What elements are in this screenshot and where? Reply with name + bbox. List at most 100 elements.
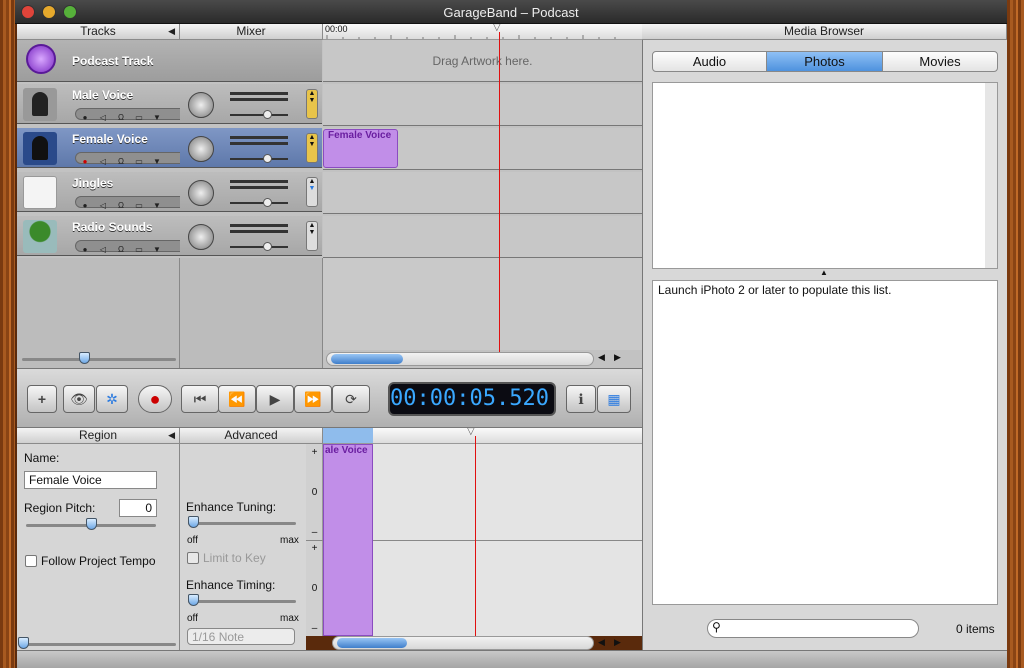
editor-playhead-line[interactable] <box>475 436 476 636</box>
expand-icon[interactable]: ▼ <box>148 201 166 211</box>
timing-slider[interactable] <box>188 600 296 603</box>
pan-knob[interactable] <box>188 92 214 118</box>
audio-region[interactable]: Female Voice <box>323 129 398 168</box>
region-name-field[interactable]: Female Voice <box>24 471 157 489</box>
volume-thumb[interactable] <box>263 110 272 119</box>
timeline-ruler[interactable]: 00:00 ▽ <box>323 24 642 40</box>
solo-icon[interactable]: Ω <box>112 157 130 167</box>
track-female-voice[interactable]: Female Voice ● ◁ Ω ▭ ▼ <box>17 128 189 168</box>
lock-icon[interactable]: ▭ <box>130 157 148 167</box>
region-header[interactable]: Region ◀ <box>17 428 180 444</box>
artwork-drop-area[interactable]: Drag Artwork here. <box>323 40 642 82</box>
tuning-slider[interactable] <box>188 522 296 525</box>
volume-thumb[interactable] <box>263 242 272 251</box>
media-browser-button[interactable]: ▦ <box>597 385 631 413</box>
loop-browser-button[interactable]: ✲ <box>96 385 128 413</box>
lane-jingles[interactable] <box>323 172 642 214</box>
expand-icon[interactable]: ▼ <box>148 157 166 167</box>
record-enable-icon[interactable]: ● <box>76 245 94 255</box>
track-controls: ● ◁ Ω ▭ ▼ <box>75 152 189 167</box>
collapse-triangle-icon[interactable]: ◀ <box>168 428 175 443</box>
track-jingles[interactable]: Jingles ● ◁ Ω ▭ ▼ <box>17 172 189 212</box>
scroll-right-arrow-icon[interactable]: ▶ <box>614 352 621 363</box>
lane-radio-sounds[interactable] <box>323 216 642 258</box>
record-enable-icon[interactable]: ● <box>76 113 94 123</box>
record-enable-icon[interactable]: ● <box>76 157 94 167</box>
pan-knob[interactable] <box>188 180 214 206</box>
editor-ruler[interactable]: ▽ <box>323 428 642 444</box>
mute-icon[interactable]: ◁ <box>94 201 112 211</box>
volume-slider[interactable] <box>230 154 288 163</box>
solo-icon[interactable]: Ω <box>112 113 130 123</box>
automation-arrows[interactable]: ▲ ▼ <box>306 89 318 119</box>
photo-list[interactable] <box>652 280 998 605</box>
limit-to-key-checkbox[interactable] <box>187 552 199 564</box>
editor-region[interactable]: ale Voice <box>323 444 373 636</box>
volume-slider[interactable] <box>230 110 288 119</box>
tuning-slider-thumb[interactable] <box>188 516 199 528</box>
volume-thumb[interactable] <box>263 154 272 163</box>
tab-photos[interactable]: Photos <box>766 51 883 72</box>
cycle-button[interactable]: ⟳ <box>332 385 370 413</box>
expand-icon[interactable]: ▼ <box>148 245 166 255</box>
editor-scrollbar-thumb[interactable] <box>337 638 407 648</box>
solo-icon[interactable]: Ω <box>112 245 130 255</box>
lane-male-voice[interactable] <box>323 84 642 126</box>
lock-icon[interactable]: ▭ <box>130 245 148 255</box>
play-button[interactable]: ▶ <box>256 385 294 413</box>
automation-arrows[interactable]: ▲ ▼ <box>306 133 318 163</box>
editor-playhead-handle-icon[interactable]: ▽ <box>467 428 475 437</box>
track-zoom-slider[interactable] <box>22 358 176 361</box>
timeline-scrollbar[interactable] <box>326 352 594 366</box>
playhead-line[interactable] <box>499 32 500 352</box>
solo-icon[interactable]: Ω <box>112 201 130 211</box>
pan-knob[interactable] <box>188 224 214 250</box>
editor-zoom-thumb[interactable] <box>18 637 29 649</box>
zoom-slider-thumb[interactable] <box>79 352 90 364</box>
pan-knob[interactable] <box>188 136 214 162</box>
tab-audio[interactable]: Audio <box>652 51 767 72</box>
mixer-header[interactable]: Mixer <box>180 24 323 40</box>
editor-scroll-left-icon[interactable]: ◀ <box>598 637 605 648</box>
record-button[interactable]: ● <box>138 385 172 413</box>
track-info-button[interactable]: ℹ <box>566 385 596 413</box>
go-to-beginning-button[interactable]: ⏮ <box>181 385 219 413</box>
fast-forward-button[interactable]: ⏩ <box>294 385 332 413</box>
volume-slider[interactable] <box>230 242 288 251</box>
splitter-handle-icon[interactable]: ▲ <box>820 268 828 277</box>
volume-slider[interactable] <box>230 198 288 207</box>
scrollbar-thumb[interactable] <box>331 354 403 364</box>
editor-scrollbar[interactable] <box>332 636 594 650</box>
collapse-triangle-icon[interactable]: ◀ <box>168 24 175 39</box>
podcast-track-header[interactable]: Podcast Track <box>17 40 180 82</box>
mute-icon[interactable]: ◁ <box>94 157 112 167</box>
record-enable-icon[interactable]: ● <box>76 201 94 211</box>
automation-arrows[interactable]: ▲ ▼ <box>306 177 318 207</box>
mute-icon[interactable]: ◁ <box>94 245 112 255</box>
rewind-button[interactable]: ⏪ <box>218 385 256 413</box>
automation-arrows[interactable]: ▲ ▼ <box>306 221 318 251</box>
mute-icon[interactable]: ◁ <box>94 113 112 123</box>
region-pitch-field[interactable]: 0 <box>119 499 157 517</box>
scroll-left-arrow-icon[interactable]: ◀ <box>598 352 605 363</box>
timing-slider-thumb[interactable] <box>188 594 199 606</box>
album-list-scrollbar[interactable] <box>985 83 997 268</box>
tracks-header[interactable]: Tracks ◀ <box>17 24 180 40</box>
track-radio-sounds[interactable]: Radio Sounds ● ◁ Ω ▭ ▼ <box>17 216 189 256</box>
follow-tempo-checkbox[interactable] <box>25 555 37 567</box>
track-male-voice[interactable]: Male Voice ● ◁ Ω ▭ ▼ <box>17 84 189 124</box>
editor-scroll-right-icon[interactable]: ▶ <box>614 637 621 648</box>
album-list[interactable] <box>652 82 998 269</box>
media-search-field[interactable] <box>707 619 919 638</box>
lock-icon[interactable]: ▭ <box>130 113 148 123</box>
note-value-popup[interactable]: 1/16 Note <box>187 628 295 645</box>
lock-icon[interactable]: ▭ <box>130 201 148 211</box>
expand-icon[interactable]: ▼ <box>148 113 166 123</box>
show-editor-button[interactable]: 👁 <box>63 385 95 413</box>
add-track-button[interactable]: + <box>27 385 57 413</box>
volume-thumb[interactable] <box>263 198 272 207</box>
editor-zoom-slider[interactable] <box>20 643 176 646</box>
time-display[interactable]: 00:00:05.520 <box>388 382 556 416</box>
tab-movies[interactable]: Movies <box>882 51 998 72</box>
pitch-slider-thumb[interactable] <box>86 518 97 530</box>
